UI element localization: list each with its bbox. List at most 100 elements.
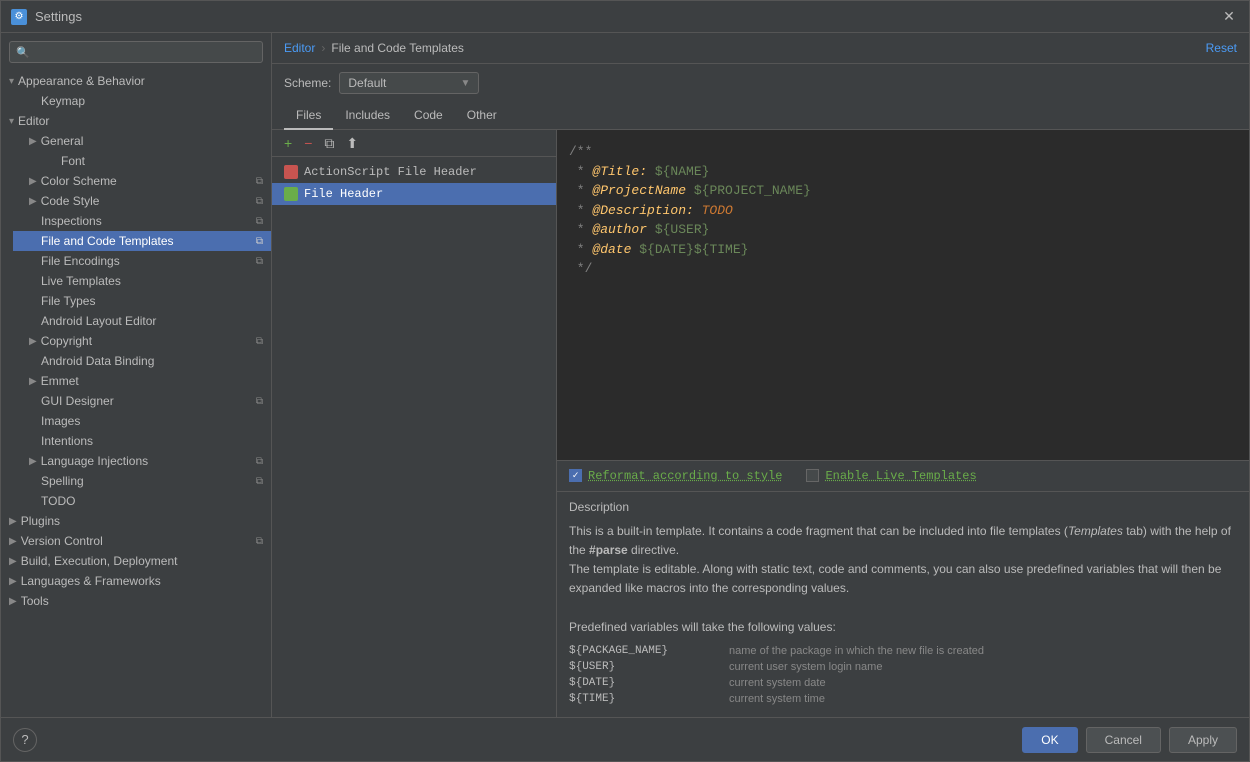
breadcrumb: Editor › File and Code Templates Reset [272,33,1249,64]
expand-arrow-code-style: ▶ [29,196,37,207]
close-button[interactable]: ✕ [1219,7,1239,27]
tab-code[interactable]: Code [402,102,455,130]
expand-arrow-general: ▶ [29,136,37,147]
reformat-checkbox[interactable]: ✓ [569,469,582,482]
sidebar-item-language-injections[interactable]: ▶ Language Injections ⧉ [13,451,271,471]
reformat-label: Reformat according to style [588,469,782,483]
expand-arrow-editor: ▾ [9,116,14,127]
sidebar-item-inspections[interactable]: Inspections ⧉ [13,211,271,231]
desc-var-name: ${PACKAGE_NAME} [569,645,729,657]
expand-arrow-lang: ▶ [29,456,37,467]
remove-template-button[interactable]: − [300,134,316,152]
copy-icon-vc: ⧉ [256,536,263,547]
sidebar-item-emmet[interactable]: ▶ Emmet [13,371,271,391]
code-line: * @author ${USER} [569,220,1237,240]
code-line: /** [569,142,1237,162]
sidebar-item-general[interactable]: ▶ General [13,131,271,151]
sidebar-item-languages[interactable]: ▶ Languages & Frameworks [1,571,271,591]
template-toolbar: + − ⧉ ⬆ [272,130,556,157]
code-editor[interactable]: /** * @Title: ${NAME} * @ProjectName ${P… [557,130,1249,460]
expand-arrow-build: ▶ [9,556,17,567]
sidebar-item-code-style[interactable]: ▶ Code Style ⧉ [13,191,271,211]
sidebar-item-todo[interactable]: TODO [13,491,271,511]
search-icon: 🔍 [16,46,30,59]
copy-icon-lang: ⧉ [256,456,263,467]
sidebar-item-tools[interactable]: ▶ Tools [1,591,271,611]
sidebar-item-file-types[interactable]: File Types [13,291,271,311]
tab-other[interactable]: Other [455,102,509,130]
live-templates-option: Enable Live Templates [806,469,976,483]
desc-variable-row: ${USER}current user system login name [569,661,1237,673]
expand-arrow-color: ▶ [29,176,37,187]
sidebar-group-appearance-children: Keymap [1,91,271,111]
sidebar-item-live-templates[interactable]: Live Templates [13,271,271,291]
sidebar-item-plugins[interactable]: ▶ Plugins [1,511,271,531]
sidebar-item-color-scheme[interactable]: ▶ Color Scheme ⧉ [13,171,271,191]
search-box[interactable]: 🔍 [9,41,263,63]
sidebar-item-label: Color Scheme [41,174,117,188]
desc-variable-row: ${TIME}current system time [569,693,1237,705]
editor-area: /** * @Title: ${NAME} * @ProjectName ${P… [557,130,1249,717]
chevron-down-icon: ▼ [460,78,470,89]
sidebar-item-editor[interactable]: ▾ Editor [1,111,271,131]
live-templates-checkbox[interactable] [806,469,819,482]
desc-variable-row: ${DATE}current system date [569,677,1237,689]
template-list: + − ⧉ ⬆ ActionScript File Header File He… [272,130,557,717]
template-item-actionscript[interactable]: ActionScript File Header [272,161,556,183]
sidebar-item-copyright[interactable]: ▶ Copyright ⧉ [13,331,271,351]
sidebar-item-appearance[interactable]: ▾ Appearance & Behavior [1,71,271,91]
sidebar-item-keymap[interactable]: Keymap [13,91,271,111]
template-items: ActionScript File Header File Header [272,157,556,717]
template-item-file-header[interactable]: File Header [272,183,556,205]
apply-button[interactable]: Apply [1169,727,1237,753]
sidebar-item-label: Emmet [41,374,79,388]
copy-template-button[interactable]: ⧉ [320,134,338,152]
sidebar-item-file-and-code-templates[interactable]: File and Code Templates ⧉ [13,231,271,251]
desc-var-name: ${USER} [569,661,729,673]
sidebar-item-android-data-binding[interactable]: Android Data Binding [13,351,271,371]
actionscript-icon [284,165,298,179]
expand-arrow: ▾ [9,76,14,87]
sidebar-item-label: Editor [18,114,49,128]
sidebar-item-gui-designer[interactable]: GUI Designer ⧉ [13,391,271,411]
copy-icon-file-encodings: ⧉ [256,256,263,267]
sidebar-item-build[interactable]: ▶ Build, Execution, Deployment [1,551,271,571]
help-button[interactable]: ? [13,728,37,752]
add-template-button[interactable]: + [280,134,296,152]
expand-arrow-lang2: ▶ [9,576,17,587]
copy-icon-gui: ⧉ [256,396,263,407]
import-template-button[interactable]: ⬆ [342,134,362,152]
sidebar: 🔍 ▾ Appearance & Behavior Keymap ▾ Edito… [1,33,272,717]
files-panel: + − ⧉ ⬆ ActionScript File Header File He… [272,130,1249,717]
sidebar-item-font[interactable]: Font [45,151,271,171]
expand-arrow-vc: ▶ [9,536,17,547]
sidebar-item-intentions[interactable]: Intentions [13,431,271,451]
sidebar-item-images[interactable]: Images [13,411,271,431]
sidebar-item-version-control[interactable]: ▶ Version Control ⧉ [1,531,271,551]
reset-link[interactable]: Reset [1206,41,1237,55]
copy-icon-file-templates: ⧉ [256,236,263,247]
copy-icon-spelling: ⧉ [256,476,263,487]
ok-button[interactable]: OK [1022,727,1077,753]
live-templates-label: Enable Live Templates [825,469,976,483]
scheme-select[interactable]: Default ▼ [339,72,479,94]
tab-includes[interactable]: Includes [333,102,402,130]
sidebar-item-spelling[interactable]: Spelling ⧉ [13,471,271,491]
breadcrumb-separator: › [321,41,325,55]
right-panel: Editor › File and Code Templates Reset S… [272,33,1249,717]
sidebar-item-label: Appearance & Behavior [18,74,145,88]
breadcrumb-editor[interactable]: Editor [284,41,315,55]
scheme-value: Default [348,76,452,90]
search-input[interactable] [34,45,256,59]
main-content: 🔍 ▾ Appearance & Behavior Keymap ▾ Edito… [1,33,1249,717]
sidebar-item-android-layout-editor[interactable]: Android Layout Editor [13,311,271,331]
sidebar-item-file-encodings[interactable]: File Encodings ⧉ [13,251,271,271]
scheme-row: Scheme: Default ▼ [272,64,1249,102]
cancel-button[interactable]: Cancel [1086,727,1161,753]
expand-arrow-copyright: ▶ [29,336,37,347]
title-bar: ⚙ Settings ✕ [1,1,1249,33]
sidebar-item-label: Tools [21,594,49,608]
tab-files[interactable]: Files [284,102,333,130]
desc-var-desc: current system date [729,677,826,689]
bottom-bar: ? OK Cancel Apply [1,717,1249,761]
